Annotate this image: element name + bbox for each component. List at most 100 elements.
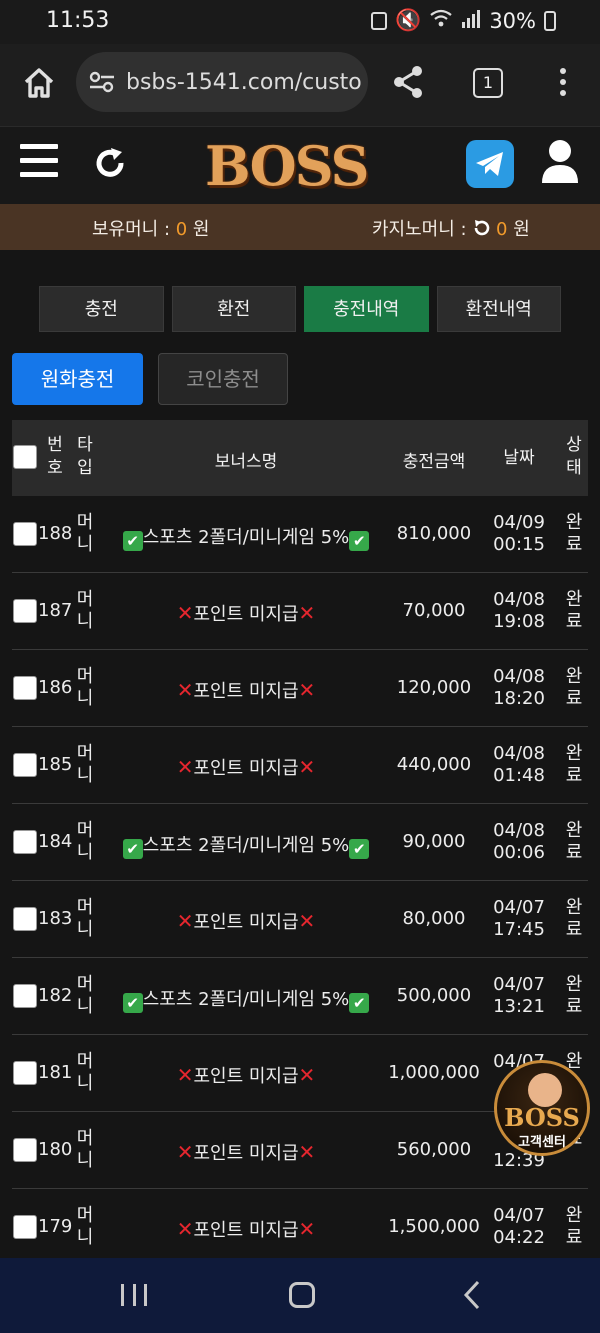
- tab-withdraw-history[interactable]: 환전내역: [436, 286, 561, 332]
- header-no: 번호: [47, 435, 63, 478]
- row-type: 머니: [76, 666, 94, 709]
- check-mark-icon: ✔: [122, 839, 143, 859]
- row-no: 182: [38, 985, 73, 1006]
- telegram-icon[interactable]: [466, 140, 514, 188]
- share-icon[interactable]: [390, 64, 426, 100]
- row-checkbox[interactable]: [13, 676, 37, 700]
- tab-withdraw[interactable]: 환전: [171, 286, 296, 332]
- home-icon[interactable]: [20, 64, 58, 102]
- row-type: 머니: [76, 512, 94, 555]
- row-bonus: ✔ 스포츠 2폴더/미니게임 5% ✔: [112, 523, 380, 551]
- cross-mark-icon: ✕: [176, 678, 194, 702]
- row-status: 완료: [565, 512, 583, 555]
- check-mark-icon: ✔: [349, 839, 370, 859]
- wifi-icon: [429, 8, 453, 33]
- row-status: 완료: [565, 743, 583, 786]
- cross-mark-icon: ✕: [298, 1217, 316, 1241]
- cross-mark-icon: ✕: [298, 909, 316, 933]
- row-date-day: 04/08: [493, 666, 545, 687]
- coin-deposit-button[interactable]: 코인충전: [158, 353, 288, 405]
- row-type: 머니: [76, 897, 94, 940]
- row-date-day: 04/07: [493, 974, 545, 995]
- row-status: 완료: [565, 820, 583, 863]
- row-date-time: 19:08: [493, 611, 545, 632]
- row-checkbox[interactable]: [13, 1215, 37, 1239]
- row-checkbox[interactable]: [13, 1061, 37, 1085]
- row-type: 머니: [76, 743, 94, 786]
- table-body: 188 머 니 ✔ 스포츠 2폴더/미니게임 5% ✔ 810,000 04/09 00:15 완…: [12, 496, 588, 1266]
- row-date-time: 18:20: [493, 688, 545, 709]
- row-date-time: 00:06: [493, 842, 545, 863]
- check-mark-icon: ✔: [122, 531, 143, 551]
- back-icon[interactable]: [462, 1280, 482, 1310]
- user-icon[interactable]: [540, 139, 580, 185]
- row-date-time: 13:21: [493, 996, 545, 1017]
- customer-center-label: 고객센터: [518, 1135, 566, 1150]
- row-bonus: ✕포인트 미지급✕: [112, 1062, 380, 1088]
- row-checkbox[interactable]: [13, 984, 37, 1008]
- refresh-icon[interactable]: [93, 146, 127, 180]
- cross-mark-icon: ✕: [298, 678, 316, 702]
- row-type: 머니: [76, 589, 94, 632]
- hamburger-menu-icon[interactable]: [20, 144, 58, 180]
- row-type: 머니: [76, 1051, 94, 1094]
- row-amount: 90,000: [402, 831, 466, 852]
- row-date-day: 04/08: [493, 743, 545, 764]
- row-no: 180: [38, 1139, 73, 1160]
- cross-mark-icon: ✕: [176, 909, 194, 933]
- url-text: bsbs-1541.com/custo: [126, 69, 362, 95]
- row-checkbox[interactable]: [13, 753, 37, 777]
- row-status: 완료: [565, 974, 583, 1017]
- cross-mark-icon: ✕: [298, 601, 316, 625]
- system-nav-bar: [0, 1258, 600, 1333]
- recent-apps-icon[interactable]: [121, 1284, 147, 1306]
- tab-switcher-button[interactable]: 1: [473, 68, 503, 98]
- mute-icon: 🔇: [395, 8, 422, 32]
- row-checkbox[interactable]: [13, 599, 37, 623]
- home-button-icon[interactable]: [289, 1282, 315, 1308]
- row-status: 완료: [565, 589, 583, 632]
- row-amount: 560,000: [396, 1139, 472, 1160]
- site-logo[interactable]: BOSS: [205, 135, 395, 197]
- tab-deposit[interactable]: 충전: [39, 286, 164, 332]
- row-amount: 440,000: [396, 754, 472, 775]
- row-bonus-text: 스포츠 2폴더/미니게임 5%: [142, 527, 350, 548]
- row-no: 184: [38, 831, 73, 852]
- row-bonus: ✕포인트 미지급✕: [112, 754, 380, 780]
- more-menu-icon[interactable]: [556, 66, 570, 100]
- site-settings-icon[interactable]: [88, 70, 116, 94]
- cross-mark-icon: ✕: [176, 755, 194, 779]
- cross-mark-icon: ✕: [176, 601, 194, 625]
- row-checkbox[interactable]: [13, 830, 37, 854]
- row-bonus-text: 포인트 미지급: [193, 681, 299, 702]
- header-status: 상태: [566, 435, 582, 478]
- table-row: 179 머 니 ✕포인트 미지급✕ 1,500,000 04/07 04:22 완 료: [12, 1189, 588, 1266]
- krw-deposit-button[interactable]: 원화충전: [12, 353, 143, 405]
- row-no: 185: [38, 754, 73, 775]
- row-bonus-text: 스포츠 2폴더/미니게임 5%: [142, 989, 350, 1010]
- tab-deposit-history[interactable]: 충전내역: [304, 286, 429, 332]
- header-bonus: 보너스명: [214, 452, 278, 472]
- url-field[interactable]: bsbs-1541.com/custo: [76, 52, 368, 112]
- row-bonus: ✕포인트 미지급✕: [112, 600, 380, 626]
- cross-mark-icon: ✕: [176, 1140, 194, 1164]
- notification-icon: [371, 11, 388, 30]
- row-checkbox[interactable]: [13, 522, 37, 546]
- row-amount: 70,000: [402, 600, 466, 621]
- customer-center-button[interactable]: BOSS 고객센터: [494, 1060, 590, 1156]
- row-checkbox[interactable]: [13, 907, 37, 931]
- row-date: 04/07 13:21: [486, 974, 552, 1018]
- cross-mark-icon: ✕: [298, 1063, 316, 1087]
- select-all-checkbox[interactable]: [13, 445, 37, 469]
- row-date-day: 04/08: [493, 820, 545, 841]
- row-bonus-text: 포인트 미지급: [193, 1220, 299, 1241]
- casino-refresh-icon[interactable]: [472, 219, 490, 240]
- cross-mark-icon: ✕: [176, 1063, 194, 1087]
- row-bonus-text: 스포츠 2폴더/미니게임 5%: [142, 835, 350, 856]
- row-amount: 1,500,000: [388, 1216, 480, 1237]
- row-bonus: ✕포인트 미지급✕: [112, 677, 380, 703]
- row-checkbox[interactable]: [13, 1138, 37, 1162]
- row-date: 04/08 18:20: [486, 666, 552, 710]
- row-bonus: ✔ 스포츠 2폴더/미니게임 5% ✔: [112, 831, 380, 859]
- check-mark-icon: ✔: [122, 993, 143, 1013]
